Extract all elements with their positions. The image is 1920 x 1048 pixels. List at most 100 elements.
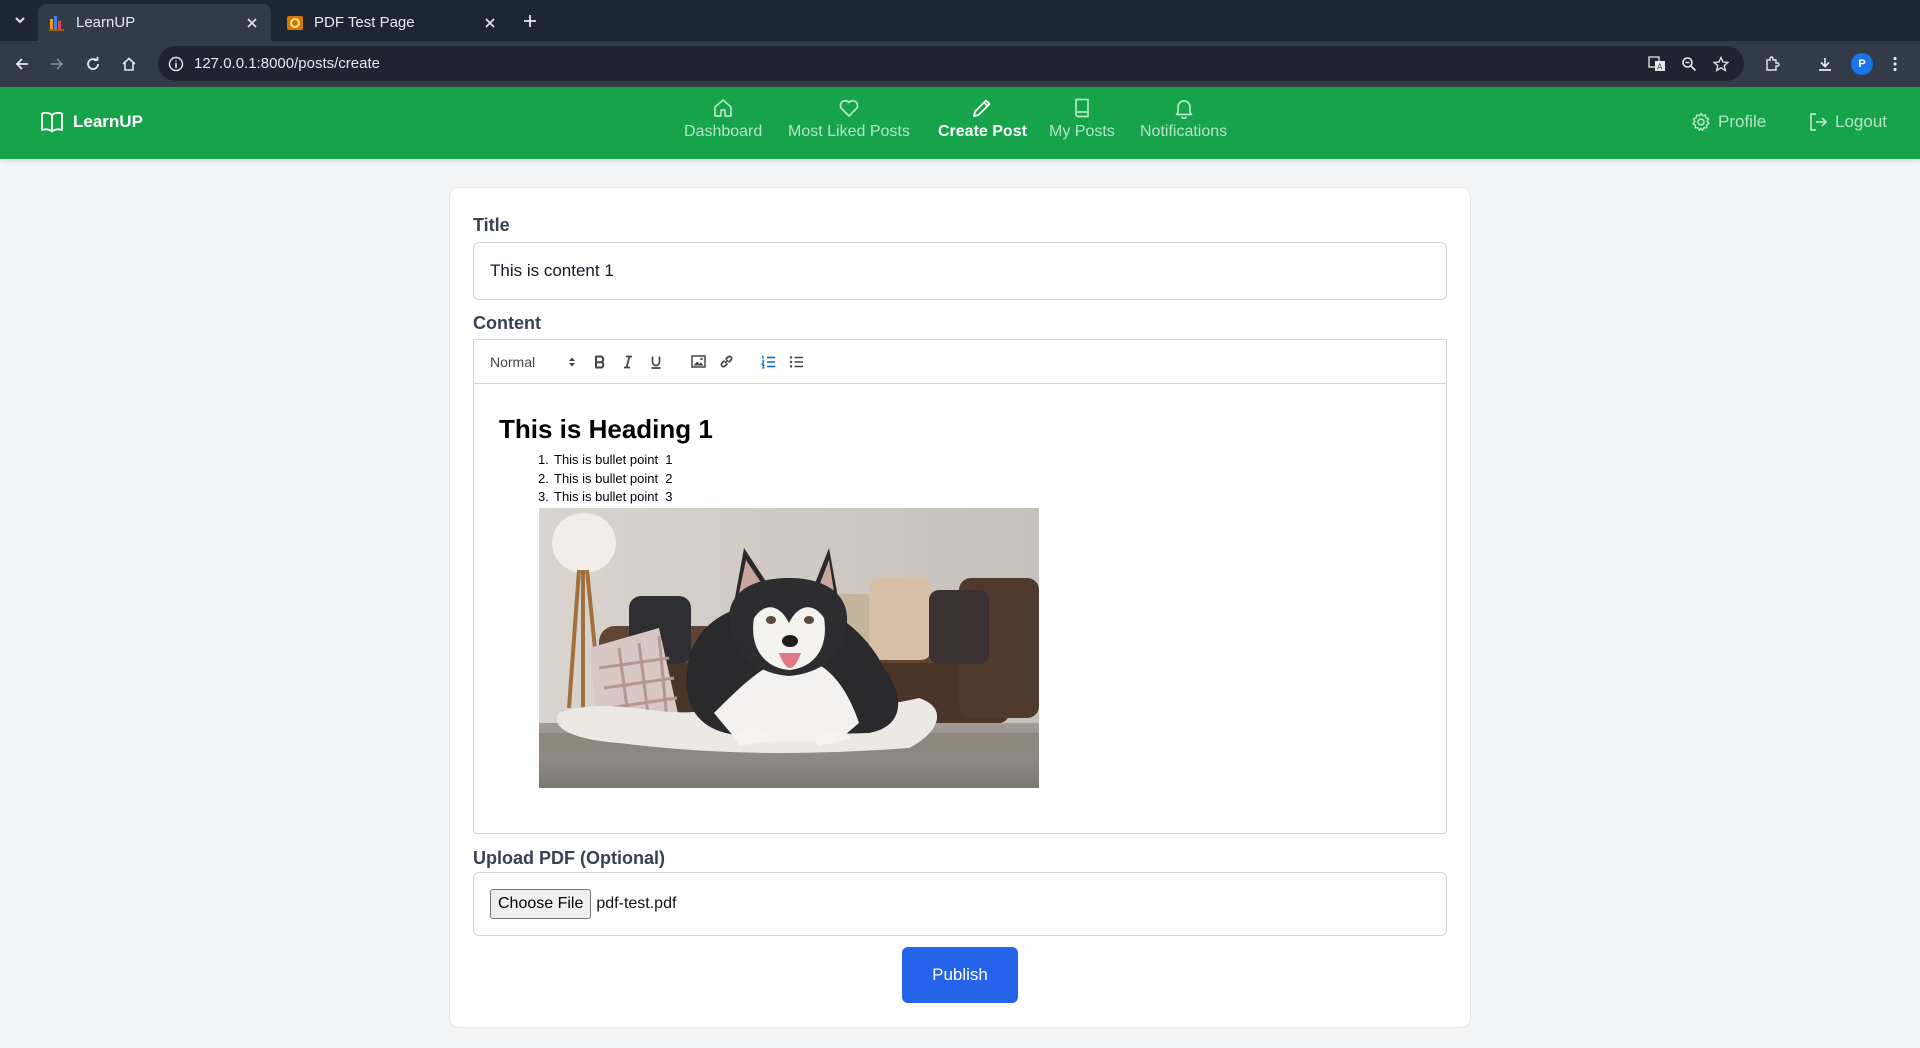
choose-file-button[interactable]: Choose File — [490, 889, 592, 919]
reload-button[interactable] — [79, 50, 107, 78]
forward-button[interactable] — [43, 50, 71, 78]
list-item-text: This is bullet point 1 — [554, 452, 673, 467]
image-button[interactable] — [684, 350, 712, 374]
pdf-file-input: Choose File pdf-test.pdf — [473, 872, 1447, 936]
bell-icon — [1175, 100, 1192, 119]
sort-arrows-icon — [569, 357, 575, 366]
browser-tab-bar: LearnUP PDF Test Page — [0, 0, 1920, 41]
logout-icon — [1810, 113, 1827, 131]
header-picker[interactable]: Normal — [490, 350, 576, 374]
nav-label: Notifications — [1140, 123, 1228, 140]
arrow-right-icon — [51, 58, 64, 70]
publish-button[interactable]: Publish — [902, 947, 1018, 1003]
brand-link[interactable]: LearnUP — [40, 111, 143, 133]
list-item-number: 2. — [538, 470, 549, 486]
list-item: 3. This is bullet point 3 — [538, 488, 1421, 507]
zoom-icon[interactable] — [1679, 54, 1699, 74]
list-item-number: 1. — [538, 452, 549, 467]
nav-label: Dashboard — [684, 123, 763, 140]
translate-icon[interactable]: A — [1647, 54, 1667, 74]
site-info-icon[interactable] — [158, 46, 194, 81]
home-button[interactable] — [115, 50, 143, 78]
book-icon — [1075, 98, 1089, 118]
editor-ordered-list: 1. This is bullet point 1 2. This is bulle… — [538, 451, 1421, 507]
url-text: 127.0.0.1:8000/posts/create — [194, 55, 380, 72]
chevron-down-icon — [15, 17, 25, 24]
tab-title: LearnUP — [76, 14, 136, 31]
close-tab-icon[interactable] — [481, 14, 499, 32]
editor-toolbar: Normal — [473, 339, 1447, 383]
app-navbar: LearnUP Dashboard Most Liked Posts Creat… — [0, 87, 1920, 159]
home-icon — [122, 57, 136, 71]
nav-create-post[interactable]: Create Post — [938, 97, 1027, 141]
selected-file-name: pdf-test.pdf — [596, 895, 677, 912]
more-vert-icon — [1893, 56, 1897, 72]
create-post-card: Title This is content 1 Content Normal T… — [449, 187, 1471, 1028]
reload-icon — [87, 56, 99, 70]
list-item-number: 3. — [538, 489, 549, 504]
nav-logout-label: Logout — [1835, 112, 1887, 131]
new-tab-button[interactable] — [518, 9, 542, 33]
learnup-favicon-icon — [49, 15, 64, 31]
nav-logout[interactable]: Logout — [1807, 111, 1887, 133]
brand-name: LearnUP — [73, 112, 143, 131]
content-editor[interactable]: This is Heading 1 1. This is bullet point… — [473, 383, 1447, 834]
list-item-text: This is bullet point 3 — [554, 489, 673, 504]
nav-profile-label: Profile — [1718, 112, 1767, 131]
browser-menu-button[interactable] — [1881, 50, 1909, 78]
heart-icon — [839, 99, 859, 117]
title-label: Title — [473, 215, 510, 235]
pdf-upload-label: Upload PDF (Optional) — [473, 848, 665, 868]
bullet-list-button[interactable] — [782, 350, 810, 374]
close-tab-icon[interactable] — [243, 14, 261, 32]
nav-profile[interactable]: Profile — [1690, 111, 1766, 133]
underline-icon — [651, 356, 661, 369]
title-input[interactable]: This is content 1 — [473, 242, 1447, 300]
link-icon — [720, 355, 732, 368]
list-item-text: This is bullet point 2 — [554, 470, 673, 486]
underline-button[interactable] — [642, 350, 670, 374]
downloads-button[interactable] — [1811, 50, 1839, 78]
home-icon — [714, 99, 732, 117]
nav-my-posts[interactable]: My Posts — [1049, 97, 1115, 141]
list-item: 1. This is bullet point 1 — [538, 451, 1421, 470]
ordered-list-icon — [760, 355, 775, 368]
nav-label: My Posts — [1049, 123, 1115, 140]
tab-search-button[interactable] — [6, 8, 34, 32]
bullet-list-icon — [789, 355, 803, 368]
address-bar[interactable]: 127.0.0.1:8000/posts/create A — [158, 46, 1744, 81]
content-label: Content — [473, 313, 541, 333]
browser-toolbar: 127.0.0.1:8000/posts/create A P — [0, 41, 1920, 87]
image-icon — [690, 355, 706, 368]
browser-tab-learnup[interactable]: LearnUP — [38, 4, 271, 41]
nav-label: Most Liked Posts — [788, 123, 910, 140]
bookmark-star-icon[interactable] — [1711, 54, 1731, 74]
profile-avatar[interactable]: P — [1851, 53, 1873, 75]
tab-title: PDF Test Page — [314, 14, 415, 31]
svg-text:A: A — [1657, 63, 1663, 72]
editor-heading: This is Heading 1 — [499, 414, 713, 444]
browser-tab-pdf-test[interactable]: PDF Test Page — [276, 4, 509, 41]
nav-most-liked-posts[interactable]: Most Liked Posts — [788, 97, 910, 141]
open-book-icon — [41, 111, 63, 133]
italic-icon — [624, 355, 632, 368]
italic-button[interactable] — [614, 350, 642, 374]
nav-dashboard[interactable]: Dashboard — [684, 97, 762, 141]
bold-button[interactable] — [586, 350, 614, 374]
back-button[interactable] — [8, 50, 36, 78]
pdf-page-favicon-icon — [287, 15, 303, 30]
pencil-icon — [973, 99, 991, 117]
nav-notifications[interactable]: Notifications — [1140, 97, 1227, 141]
bold-icon — [595, 355, 605, 368]
ordered-list-button[interactable] — [754, 350, 782, 374]
puzzle-icon — [1766, 56, 1780, 71]
extensions-button[interactable] — [1758, 50, 1786, 78]
header-picker-value: Normal — [490, 353, 536, 370]
plus-icon — [524, 15, 536, 27]
link-button[interactable] — [712, 350, 740, 374]
arrow-left-icon — [15, 58, 28, 70]
gear-icon — [1692, 112, 1710, 131]
nav-label: Create Post — [938, 123, 1027, 140]
download-icon — [1819, 58, 1831, 71]
husky-photo — [539, 507, 1039, 788]
